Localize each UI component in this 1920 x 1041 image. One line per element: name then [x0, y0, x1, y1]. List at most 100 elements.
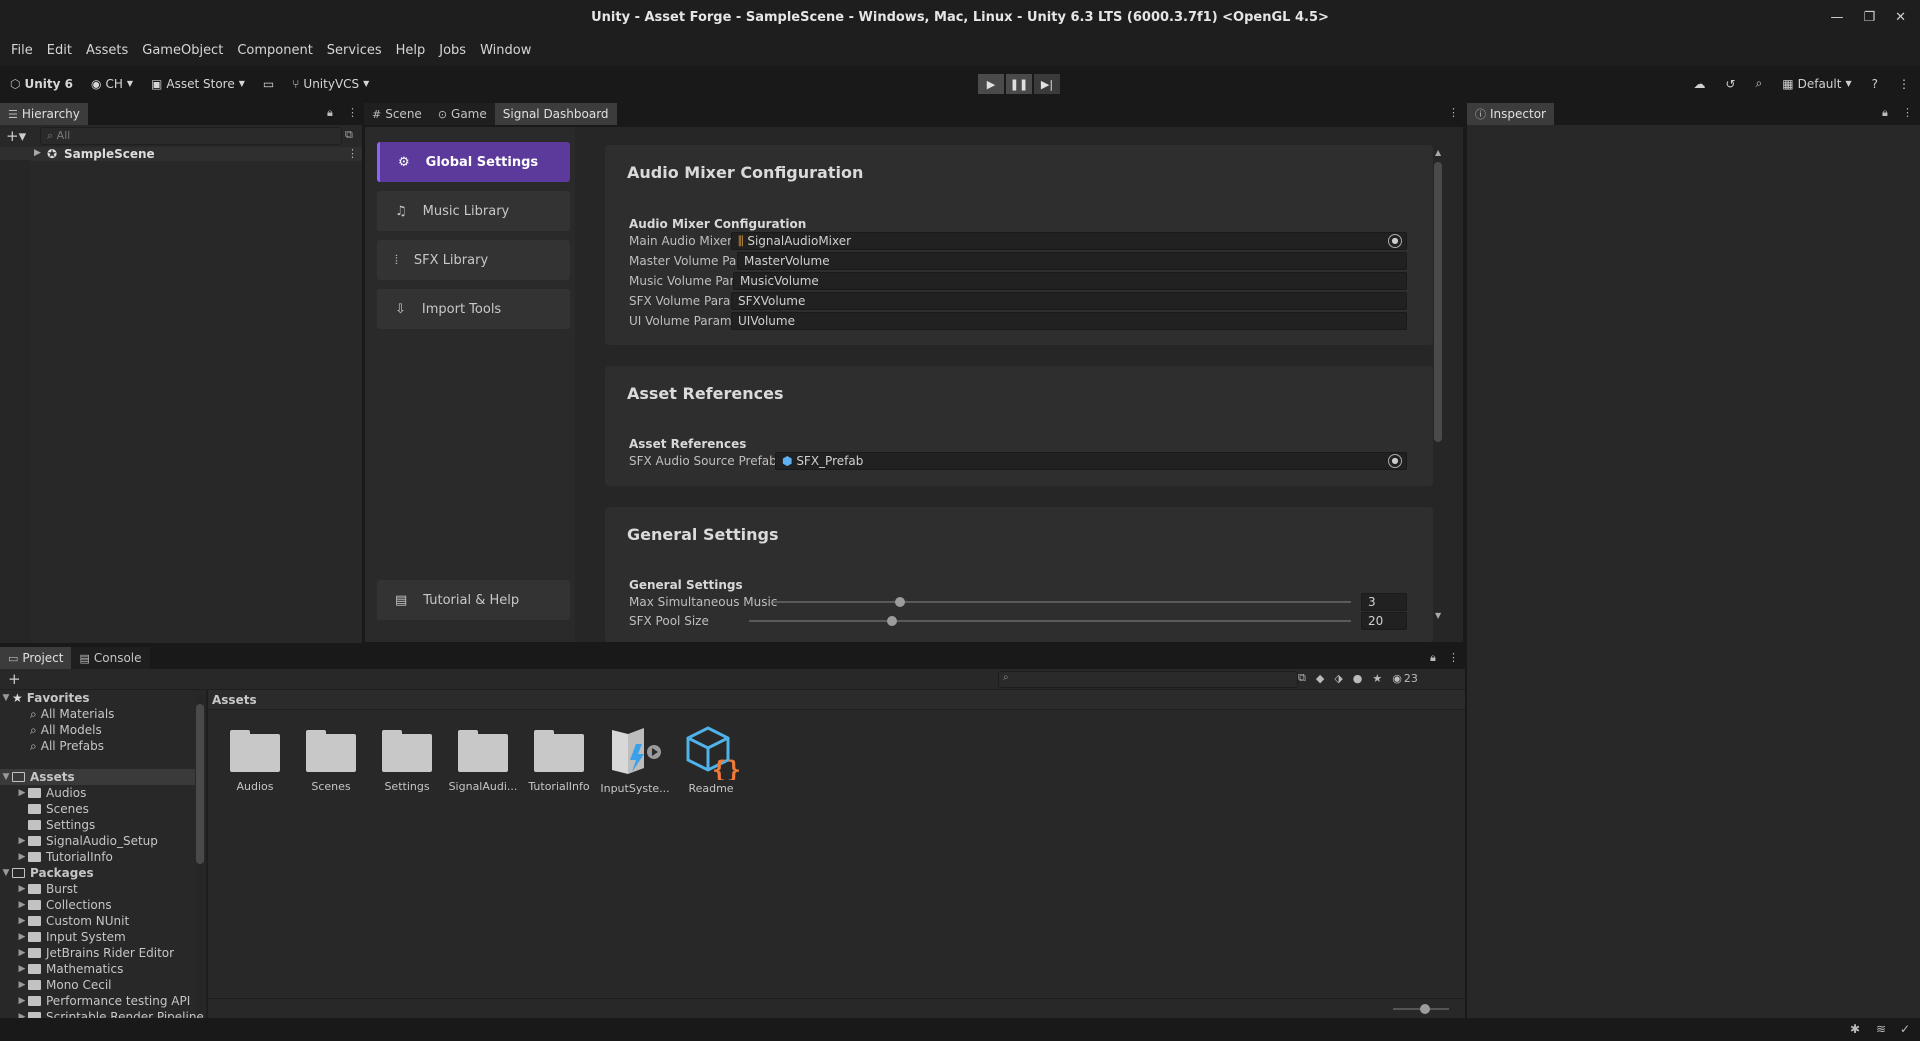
tree-folder[interactable]: ▶ Audios: [16, 785, 87, 801]
label-icon[interactable]: ⬗: [1334, 672, 1342, 685]
scene-menu-icon[interactable]: ⋮: [347, 147, 358, 160]
tree-package[interactable]: ▶ Custom NUnit: [16, 913, 130, 929]
hierarchy-menu-icon[interactable]: ⋮: [347, 106, 358, 119]
favorite-item[interactable]: ⌕ All Models: [30, 722, 102, 738]
package-button[interactable]: ▭: [263, 77, 274, 91]
sfx-pool-slider-track[interactable]: [749, 620, 1351, 622]
play-button[interactable]: ▶: [978, 74, 1004, 94]
expand-arrow-icon[interactable]: ▶: [16, 980, 28, 990]
asset-folder[interactable]: Settings: [372, 724, 442, 793]
ui-volume-input[interactable]: UIVolume: [731, 312, 1407, 330]
menu-jobs[interactable]: Jobs: [432, 43, 473, 58]
tree-folder[interactable]: Settings: [16, 817, 95, 833]
warning-icon[interactable]: ●: [1353, 672, 1363, 685]
scroll-up-icon[interactable]: ▲: [1435, 148, 1441, 157]
menu-help[interactable]: Help: [389, 43, 433, 58]
favorite-item[interactable]: ⌕ All Materials: [30, 706, 114, 722]
menu-window[interactable]: Window: [473, 43, 538, 58]
add-object-button[interactable]: +▾: [6, 127, 26, 145]
menu-component[interactable]: Component: [230, 43, 319, 58]
expand-arrow-icon[interactable]: ▶: [16, 788, 28, 798]
expand-arrow-icon[interactable]: ▶: [34, 148, 41, 158]
collapse-arrow-icon[interactable]: ▼: [0, 868, 12, 878]
inspector-lock-icon[interactable]: 🔒︎: [1882, 106, 1888, 120]
project-search-input[interactable]: ⌕: [998, 671, 1298, 688]
star-icon[interactable]: ★: [1372, 672, 1382, 685]
hidden-count-icon[interactable]: ◉ 23: [1392, 672, 1418, 685]
main-audio-mixer-input[interactable]: ⫼ SignalAudioMixer ●: [731, 232, 1407, 250]
expand-arrow-icon[interactable]: ▶: [16, 932, 28, 942]
asset-readme[interactable]: {} Readme: [676, 724, 746, 795]
music-volume-input[interactable]: MusicVolume: [733, 272, 1407, 290]
tab-console[interactable]: ▤ Console: [71, 647, 150, 669]
debug-icon[interactable]: ✱: [1850, 1022, 1860, 1036]
menu-assets[interactable]: Assets: [79, 43, 135, 58]
sfx-volume-input[interactable]: SFXVolume: [731, 292, 1407, 310]
object-picker-icon[interactable]: ●: [1388, 454, 1402, 468]
expand-arrow-icon[interactable]: ▶: [16, 900, 28, 910]
collapse-arrow-icon[interactable]: ▼: [0, 693, 12, 703]
tree-package[interactable]: ▶ Input System: [16, 929, 126, 945]
max-music-slider-track[interactable]: [773, 601, 1351, 603]
max-music-slider-knob[interactable]: [895, 597, 906, 607]
expand-arrow-icon[interactable]: ▶: [16, 964, 28, 974]
menu-services[interactable]: Services: [320, 43, 389, 58]
restore-button[interactable]: ❐: [1863, 10, 1875, 25]
asset-inputsystem[interactable]: InputSyste...: [600, 724, 670, 795]
nav-sfx-library[interactable]: ⦙ SFX Library: [377, 240, 570, 280]
minimize-button[interactable]: —: [1830, 10, 1843, 25]
expand-arrow-icon[interactable]: ▶: [16, 948, 28, 958]
project-tree-scrollbar[interactable]: [196, 694, 204, 1014]
cloud-icon[interactable]: ☁: [1693, 77, 1705, 91]
tree-folder[interactable]: ▶ SignalAudio_Setup: [16, 833, 158, 849]
breadcrumb-assets[interactable]: Assets: [212, 693, 257, 707]
nav-tutorial-help[interactable]: ▤ Tutorial & Help: [377, 580, 570, 620]
account-dropdown[interactable]: ◉ CH ▼: [91, 77, 133, 91]
history-icon[interactable]: ↺: [1725, 77, 1735, 91]
create-asset-button[interactable]: +: [8, 670, 21, 688]
max-music-input[interactable]: 3: [1361, 593, 1407, 611]
lock-icon[interactable]: 🔒︎: [327, 106, 333, 120]
pause-button[interactable]: ❚❚: [1006, 74, 1032, 94]
expand-arrow-icon[interactable]: ▶: [16, 884, 28, 894]
cache-icon[interactable]: ≋: [1876, 1022, 1886, 1036]
asset-folder[interactable]: TutorialInfo: [524, 724, 594, 793]
filter-type-icon[interactable]: ◆: [1316, 672, 1324, 685]
favorite-item[interactable]: ⌕ All Prefabs: [30, 738, 104, 754]
tree-package[interactable]: ▶ Burst: [16, 881, 78, 897]
tree-package[interactable]: ▶ Mono Cecil: [16, 977, 112, 993]
tree-package[interactable]: ▶ Performance testing API: [16, 993, 191, 1009]
dashboard-scroll-thumb[interactable]: [1434, 162, 1442, 442]
scroll-down-icon[interactable]: ▼: [1435, 611, 1441, 620]
tree-package[interactable]: ▶ Collections: [16, 897, 112, 913]
sfx-prefab-input[interactable]: ⬢ SFX_Prefab ●: [775, 452, 1407, 470]
tab-hierarchy[interactable]: ☰ Hierarchy: [0, 103, 88, 125]
menu-file[interactable]: File: [4, 43, 40, 58]
tree-folder[interactable]: Scenes: [16, 801, 89, 817]
expand-arrow-icon[interactable]: ▶: [16, 852, 28, 862]
project-menu-icon[interactable]: ⋮: [1448, 651, 1459, 664]
expand-arrow-icon[interactable]: ▶: [16, 916, 28, 926]
dashboard-scrollbar[interactable]: [1434, 150, 1442, 620]
asset-folder[interactable]: SignalAudi...: [448, 724, 518, 793]
search-icon[interactable]: ⌕: [1756, 76, 1763, 91]
sfx-pool-slider-knob[interactable]: [887, 616, 897, 626]
sfx-pool-input[interactable]: 20: [1361, 612, 1407, 630]
help-icon[interactable]: ?: [1872, 77, 1878, 91]
collapse-arrow-icon[interactable]: ▼: [0, 772, 12, 782]
icon-size-slider-knob[interactable]: [1420, 1004, 1430, 1014]
layout-dropdown[interactable]: ▦ Default ▼: [1782, 77, 1851, 91]
asset-folder[interactable]: Audios: [220, 724, 290, 793]
expand-arrow-icon[interactable]: ▶: [16, 836, 28, 846]
master-volume-input[interactable]: MasterVolume: [737, 252, 1407, 270]
asset-folder[interactable]: Scenes: [296, 724, 366, 793]
more-icon[interactable]: ⋮: [1898, 77, 1910, 91]
scene-visibility-icon[interactable]: ⧉: [345, 128, 353, 142]
tab-signal-dashboard[interactable]: Signal Dashboard: [494, 103, 617, 125]
hierarchy-search-input[interactable]: ⌕ All: [40, 127, 342, 145]
asset-store-dropdown[interactable]: ▣ Asset Store ▼: [151, 77, 245, 91]
nav-global-settings[interactable]: ⚙ Global Settings: [377, 142, 570, 182]
tab-scene[interactable]: # Scene: [364, 103, 430, 125]
inspector-menu-icon[interactable]: ⋮: [1902, 106, 1913, 119]
tree-package[interactable]: ▶ JetBrains Rider Editor: [16, 945, 175, 961]
